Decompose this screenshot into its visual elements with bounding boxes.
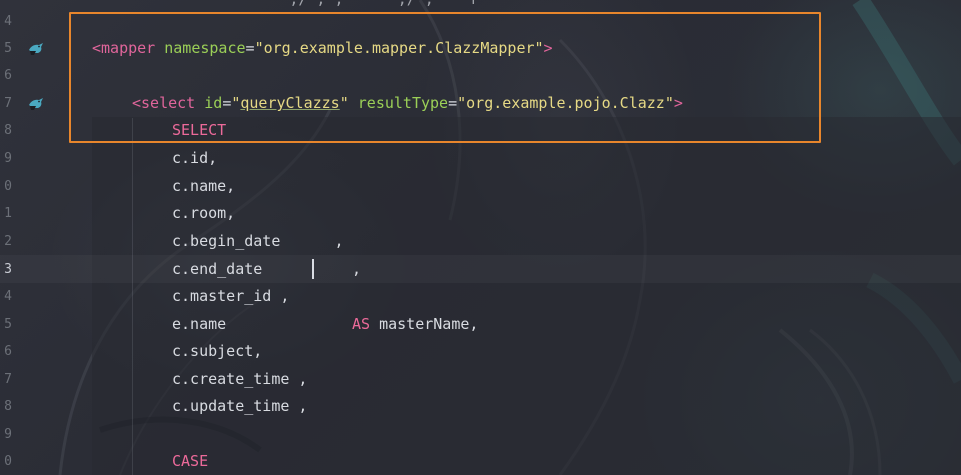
line-number: 6 [4, 344, 12, 359]
code-line[interactable]: c.subject, [172, 338, 262, 365]
annotation-highlight-box [69, 12, 821, 143]
code-line[interactable]: c.id, [172, 145, 217, 172]
code-line[interactable]: c.begin_date , [172, 228, 344, 255]
line-number: 7 [4, 96, 12, 111]
sql-text: masterName, [379, 315, 479, 333]
sql-text: c.room, [172, 204, 236, 222]
text-caret [312, 259, 314, 279]
sql-text: e.name [172, 315, 227, 333]
sql-text: c.name, [172, 177, 236, 195]
sql-text: c.update_time , [172, 397, 308, 415]
sql-text: , [352, 260, 362, 278]
code-line-current[interactable]: c.end_date [172, 256, 262, 283]
line-number: 1 [4, 206, 12, 221]
sql-keyword: AS [352, 315, 371, 333]
line-number: 0 [4, 454, 12, 469]
line-number: 7 [4, 372, 12, 387]
sql-text: c.subject, [172, 342, 263, 360]
sql-text: c.id, [172, 149, 218, 167]
line-number: 8 [4, 399, 12, 414]
line-number: 5 [4, 317, 12, 332]
sql-text: c.master_id , [172, 287, 290, 305]
code-line-current-tail[interactable]: , [352, 256, 361, 283]
sql-text: c.create_time , [172, 370, 308, 388]
code-line[interactable]: e.name [172, 311, 226, 338]
code-line[interactable]: c.create_time , [172, 366, 307, 393]
code-line-alias[interactable]: AS masterName, [352, 311, 478, 338]
code-line[interactable]: c.update_time , [172, 393, 307, 420]
sql-text: c.begin_date , [172, 232, 344, 250]
line-number-current: 3 [4, 262, 12, 277]
line-number: 4 [4, 14, 12, 29]
line-number: 2 [4, 234, 12, 249]
code-editor[interactable]: ,/ , , ,/ , r 4 5 6 7 8 9 0 1 2 3 4 5 6 … [0, 0, 961, 475]
line-number: 5 [4, 41, 12, 56]
mybatis-bird-icon[interactable] [27, 40, 45, 58]
line-number: 4 [4, 289, 12, 304]
sql-text: c.end_date [172, 260, 263, 278]
code-line[interactable]: c.name, [172, 173, 235, 200]
code-line[interactable]: CASE [172, 448, 208, 475]
sql-keyword: CASE [172, 452, 209, 470]
line-number: 8 [4, 123, 12, 138]
line-number: 6 [4, 68, 12, 83]
line-number: 9 [4, 151, 12, 166]
line-number-gutter: 4 5 6 7 8 9 0 1 2 3 4 5 6 7 8 9 0 [0, 0, 60, 475]
mybatis-bird-icon[interactable] [27, 95, 45, 113]
code-line[interactable]: c.master_id , [172, 283, 289, 310]
code-line[interactable]: c.room, [172, 200, 235, 227]
line-number: 9 [4, 427, 12, 442]
line-number: 0 [4, 179, 12, 194]
